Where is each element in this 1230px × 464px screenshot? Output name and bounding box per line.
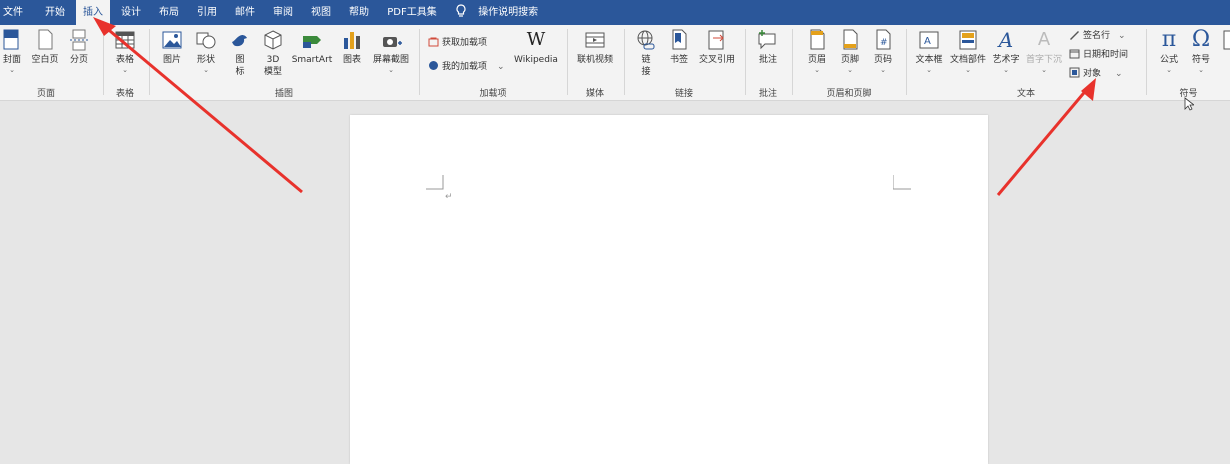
annotation-arrows — [93, 17, 1096, 196]
arrow-to-insert-tab — [93, 17, 303, 194]
arrow-to-object-button — [996, 78, 1096, 196]
